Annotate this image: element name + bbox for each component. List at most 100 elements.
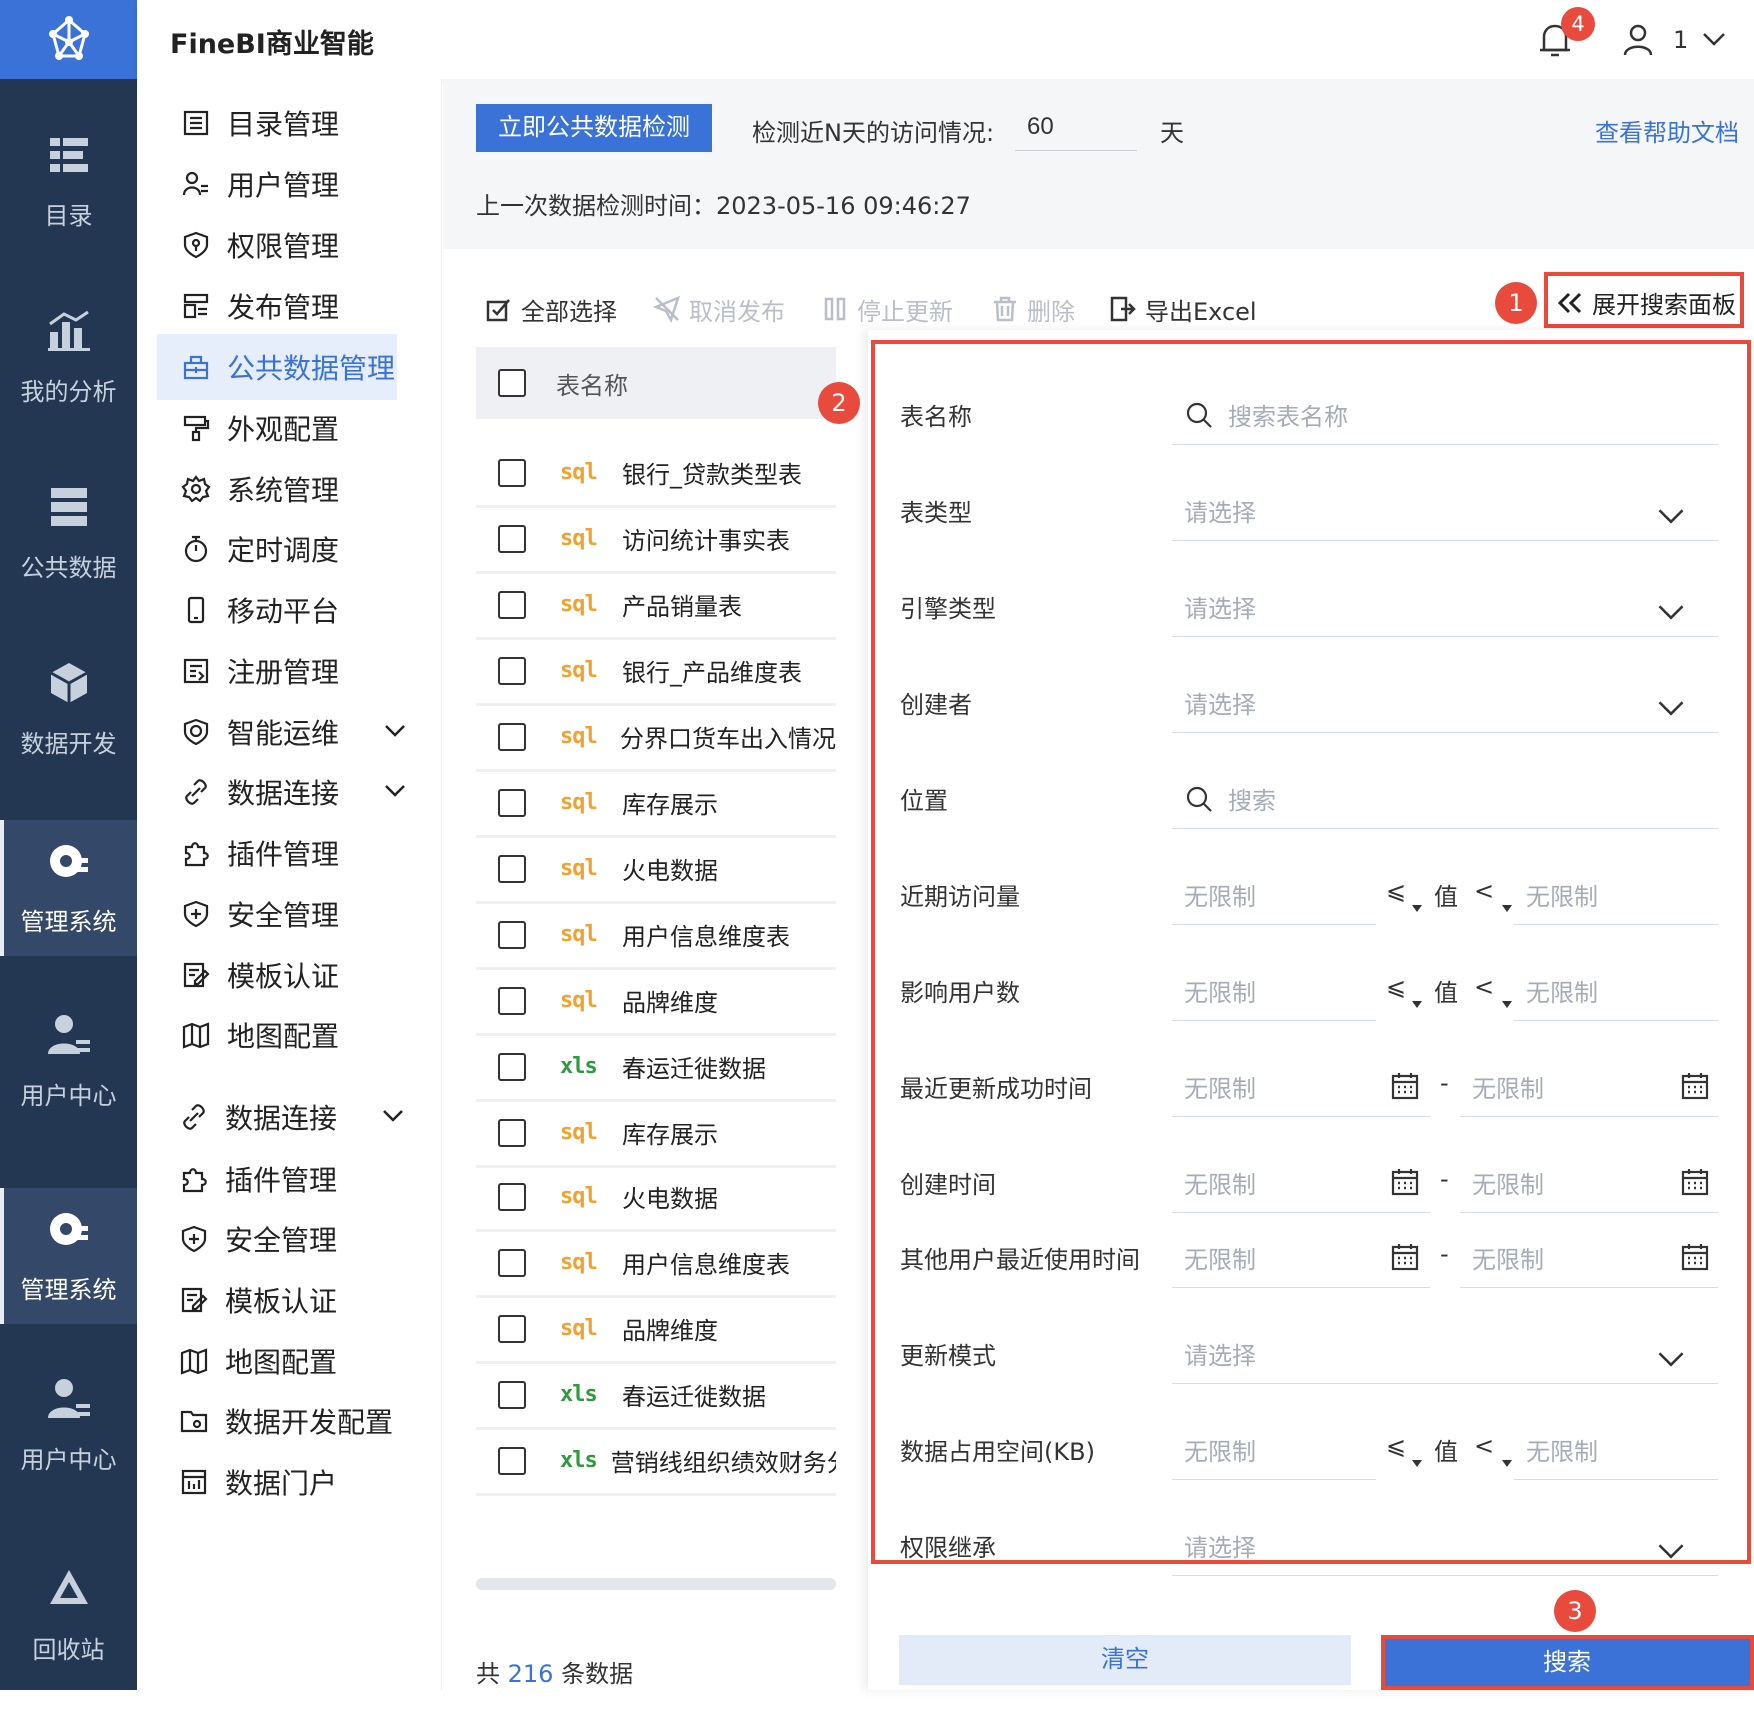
menu-item-16[interactable]: 地图配置	[157, 1002, 397, 1068]
table-row[interactable]: sql 分界口货车出入情况	[476, 704, 836, 772]
row-checkbox[interactable]	[498, 986, 526, 1015]
menu-item-label: 模板认证	[227, 960, 340, 993]
chevron-down-icon[interactable]	[381, 1106, 405, 1126]
table-name: 品牌维度	[622, 1317, 718, 1345]
row-checkbox[interactable]	[498, 722, 526, 751]
row-checkbox[interactable]	[498, 1248, 526, 1277]
menu-item-22[interactable]: 数据开发配置	[155, 1388, 395, 1454]
rail-label: 数据开发	[20, 730, 117, 758]
table-name: 分界口货车出入情况	[620, 725, 836, 753]
rail-item-user-center-2[interactable]: 用户中心	[0, 1376, 137, 1526]
menu-item-21[interactable]: 地图配置	[155, 1328, 395, 1394]
menu-item-12[interactable]: 数据连接	[157, 759, 405, 825]
rail-item-admin-2[interactable]: 管理系统	[0, 1188, 137, 1324]
row-checkbox[interactable]	[498, 788, 526, 817]
row-checkbox[interactable]	[498, 590, 526, 619]
unpublish-button[interactable]: 取消发布	[653, 291, 785, 327]
rail-item-recycle[interactable]: 回收站	[0, 1566, 137, 1716]
menu-item-14[interactable]: 安全管理	[157, 881, 397, 947]
rail-item-user-center[interactable]: 用户中心	[0, 1012, 137, 1162]
stop-update-button[interactable]: 停止更新	[821, 291, 953, 327]
export-excel-button[interactable]: 导出Excel	[1109, 291, 1257, 327]
table-row[interactable]: xls 营销线组织绩效财务分析	[476, 1428, 836, 1496]
row-checkbox[interactable]	[498, 920, 526, 949]
delete-button[interactable]: 删除	[991, 291, 1075, 327]
catalog-icon	[49, 138, 88, 172]
table-row[interactable]: sql 火电数据	[476, 1164, 836, 1232]
top-bar: FineBI商业智能 4 1	[137, 0, 1754, 79]
table-row[interactable]: sql 访问统计事实表	[476, 506, 836, 574]
row-checkbox[interactable]	[498, 854, 526, 883]
detect-now-button[interactable]: 立即公共数据检测	[476, 104, 712, 152]
row-checkbox[interactable]	[498, 1380, 526, 1409]
menu-item-9[interactable]: 移动平台	[157, 577, 397, 643]
menu-item-13[interactable]: 插件管理	[157, 820, 397, 886]
row-checkbox[interactable]	[498, 458, 526, 487]
table-row[interactable]: sql 品牌维度	[476, 968, 836, 1036]
menu-item-label: 目录管理	[227, 108, 340, 141]
row-checkbox[interactable]	[498, 1182, 526, 1211]
menu-item-1[interactable]: 目录管理	[157, 90, 397, 156]
shield-key-icon	[183, 231, 209, 259]
total-count: 共 216 条数据	[476, 1654, 633, 1689]
menu-item-7[interactable]: 系统管理	[157, 456, 397, 522]
days-input[interactable]	[1015, 103, 1137, 151]
menu-item-17[interactable]: 数据连接	[155, 1084, 403, 1150]
menu-item-5[interactable]: 公共数据管理	[157, 334, 397, 400]
rail-item-catalog[interactable]: 目录	[0, 132, 137, 282]
user-icon[interactable]	[1623, 24, 1653, 56]
table-scrollbar[interactable]	[476, 1578, 836, 1590]
table-row[interactable]: sql 品牌维度	[476, 1296, 836, 1364]
chevron-down-icon[interactable]	[1701, 29, 1727, 49]
select-all-button[interactable]: 全部选择	[485, 291, 617, 327]
menu-item-3[interactable]: 权限管理	[157, 212, 397, 278]
menu-item-18[interactable]: 插件管理	[155, 1146, 395, 1212]
table-row[interactable]: xls 春运迁徙数据	[476, 1034, 836, 1102]
rail-item-admin[interactable]: 管理系统	[0, 820, 137, 956]
menu-item-4[interactable]: 发布管理	[157, 273, 397, 339]
menu-item-11[interactable]: 智能运维	[157, 699, 405, 765]
row-checkbox[interactable]	[498, 1118, 526, 1147]
table-row[interactable]: sql 银行_产品维度表	[476, 638, 836, 706]
chevron-down-icon[interactable]	[383, 781, 407, 801]
user-name[interactable]: 1	[1673, 26, 1688, 54]
menu-item-15[interactable]: 模板认证	[157, 942, 397, 1008]
stopwatch-icon	[184, 535, 208, 563]
table-row[interactable]: sql 库存展示	[476, 770, 836, 838]
row-checkbox[interactable]	[498, 524, 526, 553]
header-checkbox[interactable]	[498, 369, 526, 397]
file-type-icon: sql	[560, 592, 598, 617]
menu-item-10[interactable]: 注册管理	[157, 638, 397, 704]
file-type-icon: xls	[560, 1054, 598, 1079]
row-checkbox[interactable]	[498, 1052, 526, 1081]
table-row[interactable]: sql 火电数据	[476, 836, 836, 904]
finebi-logo-icon[interactable]	[0, 0, 137, 79]
table-row[interactable]: sql 产品销量表	[476, 572, 836, 640]
chevron-down-icon[interactable]	[383, 721, 407, 741]
table-row[interactable]: sql 银行_贷款类型表	[476, 440, 836, 508]
recycle-icon	[49, 1570, 88, 1604]
table-row[interactable]: xls 春运迁徙数据	[476, 1362, 836, 1430]
row-checkbox[interactable]	[498, 656, 526, 685]
last-detect-time: 上一次数据检测时间：2023-05-16 09:46:27	[476, 192, 971, 220]
menu-item-label: 模板认证	[225, 1285, 338, 1318]
table-row[interactable]: sql 用户信息维度表	[476, 902, 836, 970]
menu-item-20[interactable]: 模板认证	[155, 1267, 395, 1333]
table-row[interactable]: sql 库存展示	[476, 1100, 836, 1168]
menu-item-19[interactable]: 安全管理	[155, 1206, 395, 1272]
rail-item-analysis[interactable]: 我的分析	[0, 308, 137, 458]
help-doc-link[interactable]: 查看帮助文档	[1595, 113, 1739, 148]
template-cert-icon	[181, 1287, 208, 1313]
menu-item-8[interactable]: 定时调度	[157, 516, 397, 582]
row-checkbox[interactable]	[498, 1446, 526, 1475]
highlight-frame-expand	[1544, 272, 1744, 328]
menu-item-6[interactable]: 外观配置	[157, 395, 397, 461]
rail-item-data-dev[interactable]: 数据开发	[0, 660, 137, 810]
rail-item-public-data[interactable]: 公共数据	[0, 484, 137, 634]
clear-button[interactable]: 清空	[899, 1635, 1351, 1685]
menu-item-2[interactable]: 用户管理	[157, 151, 397, 217]
menu-item-23[interactable]: 数据门户	[155, 1449, 395, 1515]
table-row[interactable]: sql 用户信息维度表	[476, 1230, 836, 1298]
row-checkbox[interactable]	[498, 1314, 526, 1343]
file-type-icon: sql	[560, 460, 598, 485]
